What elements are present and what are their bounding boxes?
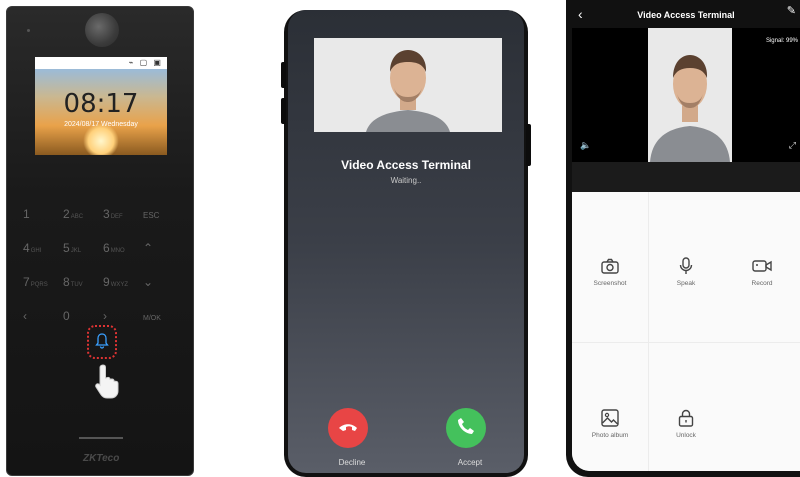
app-phone: ‹ Video Access Terminal ✎ Signal: 99% 🔈 … <box>566 0 800 477</box>
live-video-view: Signal: 99% 🔈 ⤢ <box>572 28 800 162</box>
key-up[interactable]: ⌃ <box>143 241 183 255</box>
video-camera-icon <box>724 256 800 276</box>
speak-label: Speak <box>676 280 696 287</box>
unlock-label: Unlock <box>676 432 696 439</box>
terminal-clock: 08:17 <box>63 89 139 119</box>
terminal-status-icons: ⌁ ▢ ▣ <box>128 58 163 67</box>
accept-call-button[interactable] <box>446 408 486 448</box>
key-3[interactable]: 3DEF <box>103 207 143 221</box>
image-icon <box>572 408 648 428</box>
key-6[interactable]: 6MNO <box>103 241 143 255</box>
phone-side-button <box>281 98 286 124</box>
decline-call-button[interactable] <box>328 408 368 448</box>
screenshot-button[interactable]: Screenshot <box>572 256 648 287</box>
terminal-camera-lens <box>85 13 119 47</box>
key-8[interactable]: 8TUV <box>63 275 103 289</box>
pointing-hand-icon <box>93 363 121 399</box>
key-right[interactable]: › <box>103 309 143 323</box>
key-down[interactable]: ⌄ <box>143 275 183 289</box>
camera-icon <box>572 256 648 276</box>
key-left[interactable]: ‹ <box>23 309 63 323</box>
terminal-date: 2024/08/17 Wednesday <box>64 121 138 128</box>
edit-icon[interactable]: ✎ <box>787 4 796 17</box>
call-status: Waiting.. <box>390 176 422 185</box>
divider <box>79 437 123 439</box>
screenshot-label: Screenshot <box>593 280 627 287</box>
speaker-icon[interactable]: 🔈 <box>580 140 591 151</box>
divider <box>572 342 800 343</box>
bell-icon <box>95 332 109 352</box>
doorbell-button[interactable] <box>87 325 117 359</box>
record-label: Record <box>751 280 773 287</box>
terminal-screen: ⌁ ▢ ▣ 08:17 2024/08/17 Wednesday <box>35 57 167 155</box>
caller-name: Video Access Terminal <box>341 158 471 172</box>
caller-video-preview <box>314 38 502 132</box>
key-menu-ok[interactable]: M/OK <box>143 309 183 323</box>
hang-up-icon <box>338 419 358 437</box>
terminal-keypad: 1 2ABC 3DEF ESC 4GHI 5JKL 6MNO ⌃ 7PQRS 8… <box>23 197 183 333</box>
lock-icon <box>648 408 724 428</box>
fullscreen-icon[interactable]: ⤢ <box>789 140 796 151</box>
access-terminal-device: ⌁ ▢ ▣ 08:17 2024/08/17 Wednesday 1 2ABC … <box>6 6 194 476</box>
key-1[interactable]: 1 <box>23 207 63 221</box>
key-esc[interactable]: ESC <box>143 207 183 221</box>
incoming-call-phone: Video Access Terminal Waiting.. Decline … <box>281 10 531 477</box>
app-title: Video Access Terminal <box>637 10 735 20</box>
brand-logo: ZKTeco <box>83 453 120 464</box>
phone-icon <box>457 417 475 440</box>
microphone-icon <box>648 256 724 276</box>
key-9[interactable]: 9WXYZ <box>103 275 143 289</box>
keypad-row: 4GHI 5JKL 6MNO ⌃ <box>23 231 183 265</box>
key-5[interactable]: 5JKL <box>63 241 103 255</box>
unlock-button[interactable]: Unlock <box>648 408 724 439</box>
keypad-row: 1 2ABC 3DEF ESC <box>23 197 183 231</box>
decline-label: Decline <box>338 458 366 467</box>
photo-album-button[interactable]: Photo album <box>572 408 648 439</box>
phone-side-button <box>281 62 286 88</box>
record-button[interactable]: Record <box>724 256 800 287</box>
speak-button[interactable]: Speak <box>648 256 724 287</box>
key-0[interactable]: 0 <box>63 309 103 323</box>
key-4[interactable]: 4GHI <box>23 241 63 255</box>
indicator-dot <box>27 29 30 32</box>
signal-strength: Signal: 99% <box>765 38 798 44</box>
keypad-row: 7PQRS 8TUV 9WXYZ ⌄ <box>23 265 183 299</box>
photo-album-label: Photo album <box>591 432 629 439</box>
phone-side-button <box>526 124 531 166</box>
accept-label: Accept <box>457 458 483 467</box>
video-controls-bar <box>572 162 800 192</box>
live-video-frame <box>648 28 732 162</box>
key-2[interactable]: 2ABC <box>63 207 103 221</box>
key-7[interactable]: 7PQRS <box>23 275 63 289</box>
action-grid: Screenshot Speak Record Photo album Unlo… <box>572 192 800 471</box>
app-header: ‹ Video Access Terminal ✎ <box>572 0 800 28</box>
